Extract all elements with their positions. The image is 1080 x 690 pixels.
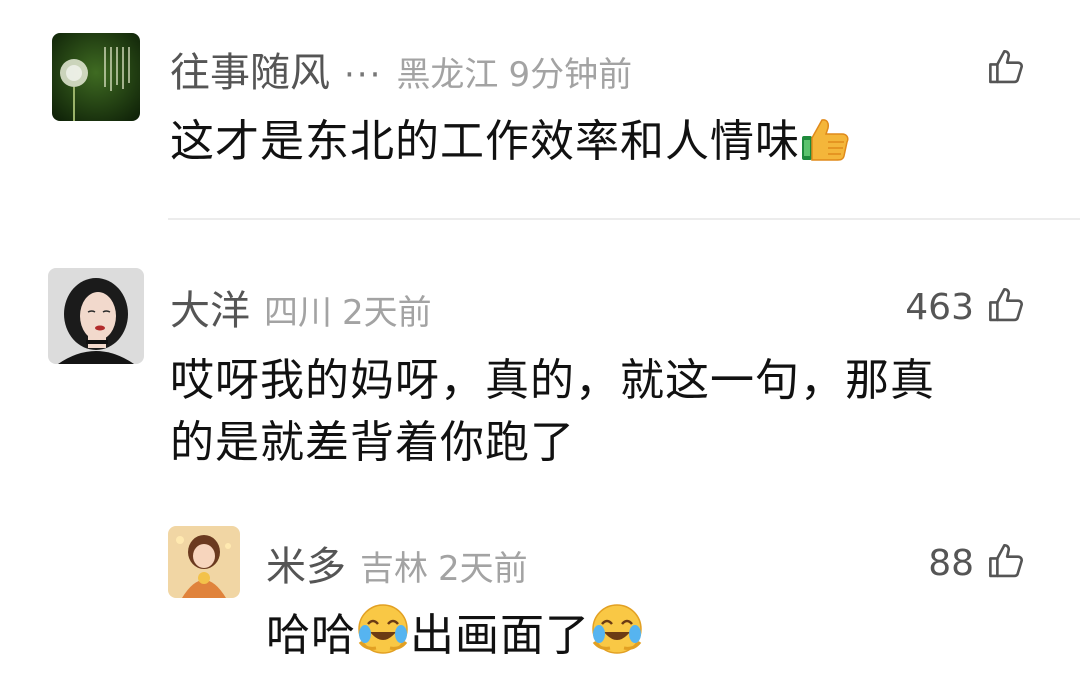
avatar[interactable]: [168, 526, 240, 598]
like-button[interactable]: 463: [905, 284, 1028, 330]
comment-text: 哎呀我的妈呀，真的，就这一句，那真 的是就差背着你跑了: [170, 350, 1050, 474]
comment-info: 四川 2天前: [264, 285, 432, 334]
avatar[interactable]: [52, 33, 140, 121]
comment-info: 黑龙江 9分钟前: [396, 47, 632, 96]
avatar[interactable]: [48, 268, 144, 364]
comment-text-line: 哎呀我的妈呀，真的，就这一句，那真: [170, 355, 935, 406]
region: 黑龙江: [396, 55, 499, 95]
thumbs-up-emoji: [800, 116, 850, 178]
like-button[interactable]: 88: [928, 540, 1028, 586]
region: 四川: [264, 293, 332, 333]
timestamp: 2天前: [342, 293, 432, 333]
like-count: 463: [905, 286, 974, 328]
laughing-crying-emoji: [590, 602, 644, 672]
comment-text-content: 这才是东北的工作效率和人情味: [170, 116, 800, 167]
laughing-crying-emoji: [356, 602, 410, 672]
comment-meta: 往事随风 ··· 黑龙江 9分钟前: [170, 40, 632, 98]
like-button[interactable]: [974, 46, 1028, 92]
comment-meta: 米多 吉林 2天前: [266, 534, 528, 592]
username[interactable]: 往事随风: [170, 40, 330, 98]
comment-item: 往事随风 ··· 黑龙江 9分钟前 这才是东北的工作效率和人情味: [0, 0, 1080, 218]
comment-text-content: 出画面了: [410, 610, 590, 661]
thumbs-up-outline-icon: [986, 284, 1028, 330]
username[interactable]: 米多: [266, 534, 346, 592]
username[interactable]: 大洋: [170, 278, 250, 336]
comment-text-content: 哈哈: [266, 610, 356, 661]
comment-meta: 大洋 四川 2天前: [170, 278, 432, 336]
timestamp: 2天前: [438, 549, 528, 589]
comment-item: 大洋 四川 2天前 463 哎呀我的妈呀，真的，就这一句，那真 的是就差背着你跑了: [0, 220, 1080, 500]
comment-text-line: 的是就差背着你跑了: [170, 417, 575, 468]
thumbs-up-outline-icon: [986, 46, 1028, 92]
comment-text: 哈哈 出画面了: [266, 602, 644, 672]
timestamp: 9分钟前: [508, 55, 633, 95]
thumbs-up-outline-icon: [986, 540, 1028, 586]
like-count: 88: [928, 542, 974, 584]
comment-text: 这才是东北的工作效率和人情味: [170, 112, 850, 178]
reply-item: 米多 吉林 2天前 88 哈哈 出画面了: [0, 510, 1080, 690]
more-options-icon[interactable]: ···: [344, 55, 382, 95]
region: 吉林: [360, 549, 428, 589]
comment-info: 吉林 2天前: [360, 541, 528, 590]
